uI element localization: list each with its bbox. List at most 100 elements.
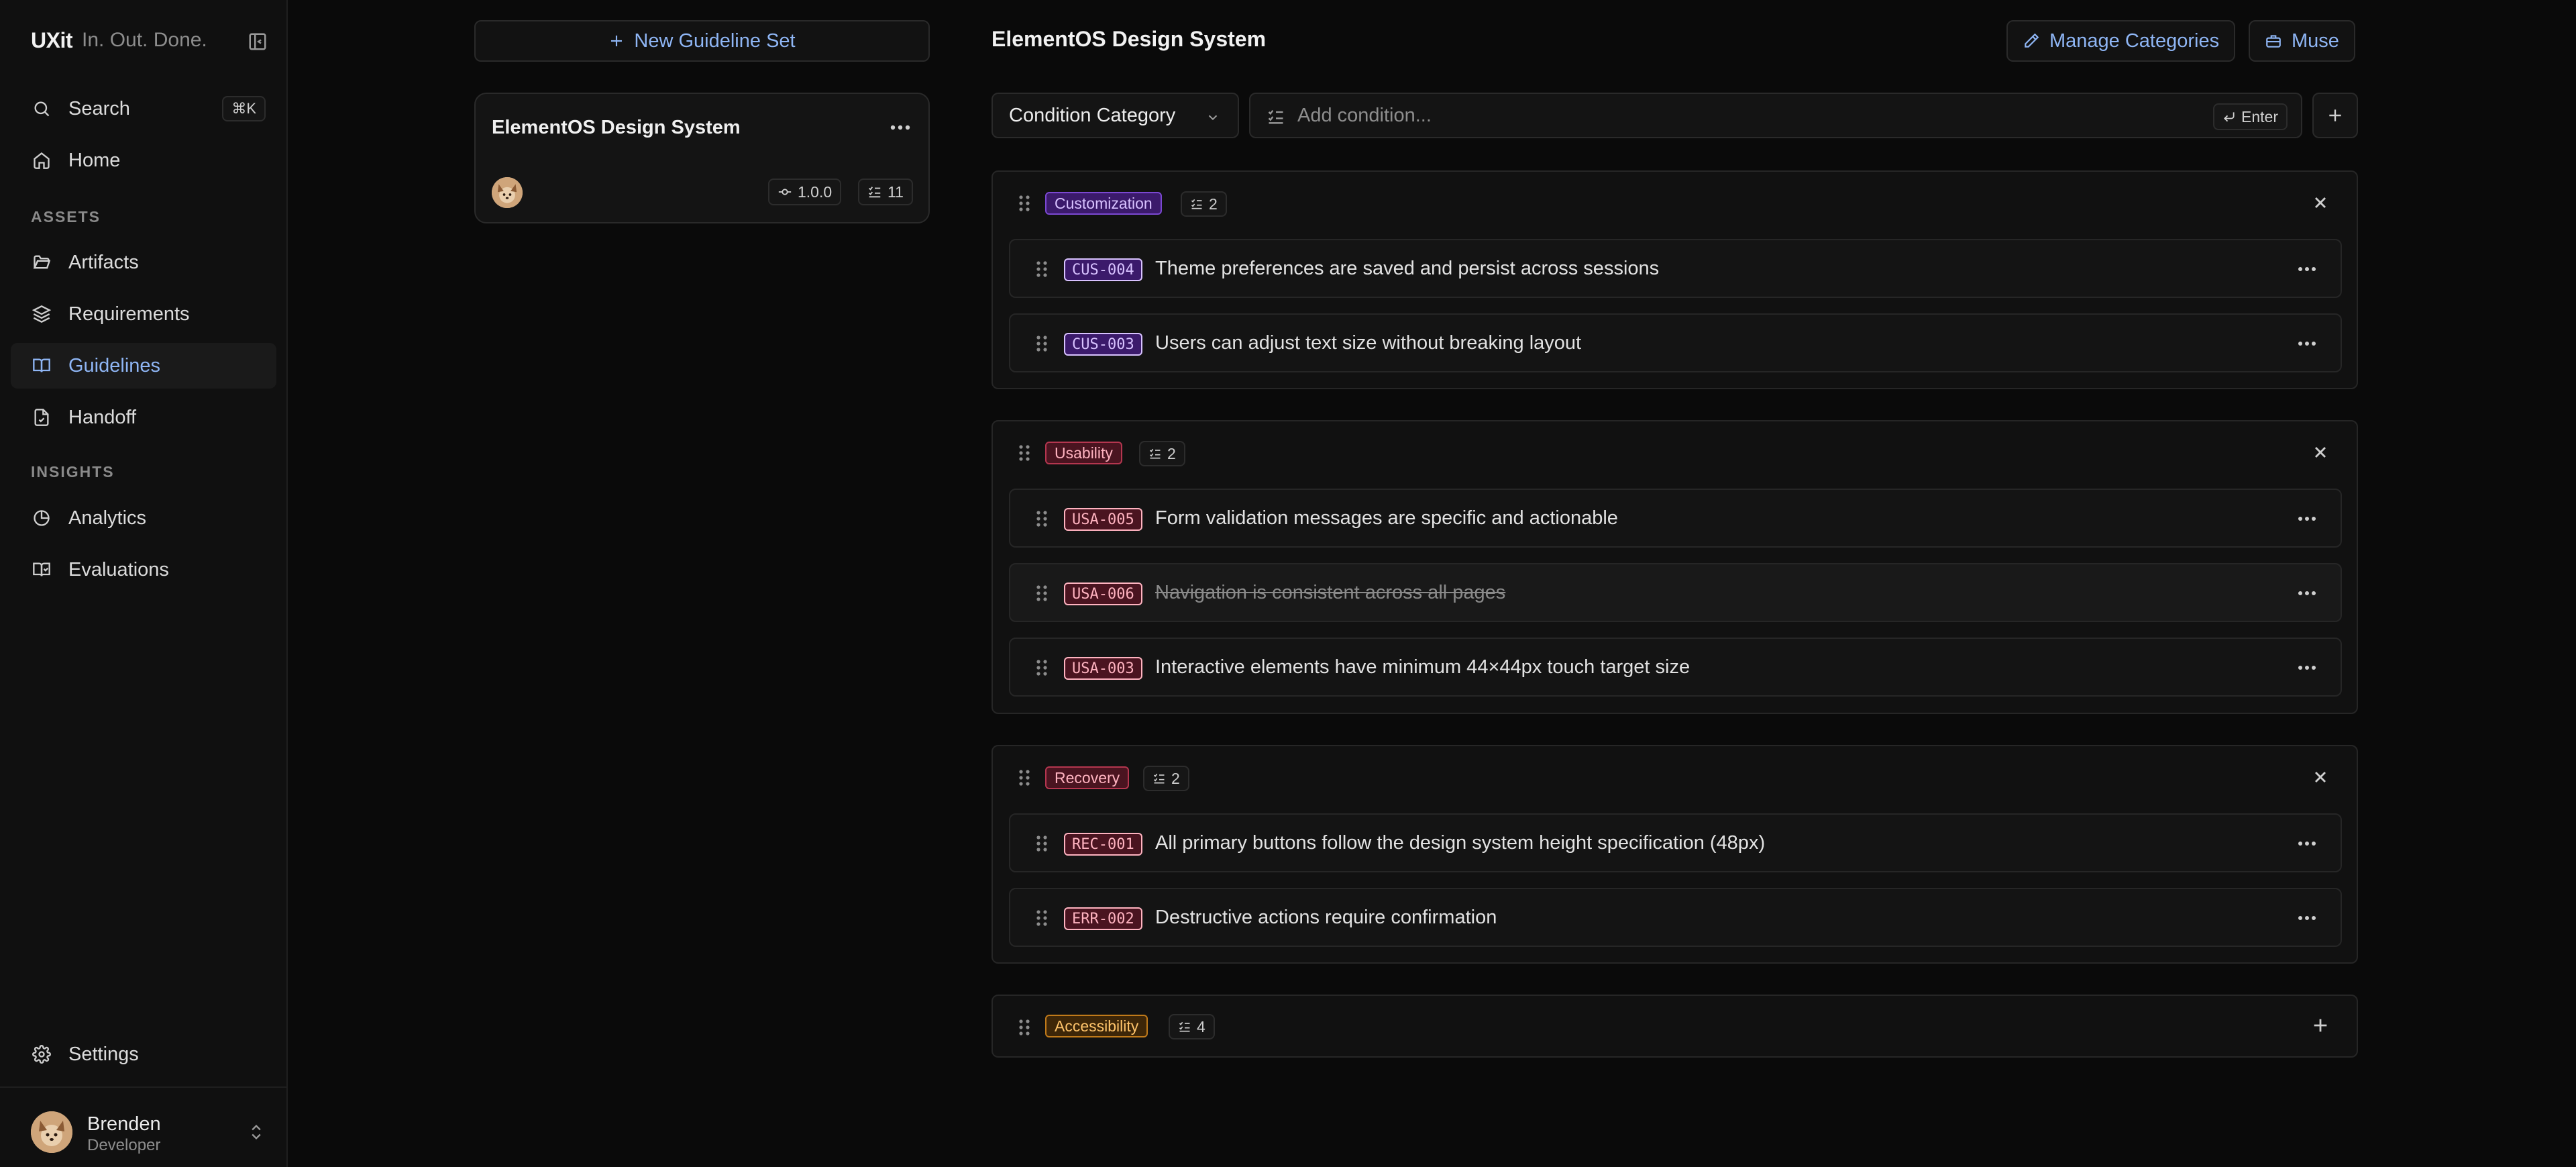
pencil-icon: [2023, 32, 2040, 50]
sidebar-item-evaluations[interactable]: Evaluations: [11, 547, 276, 593]
more-horizontal-icon[interactable]: [2296, 660, 2318, 675]
close-icon[interactable]: [2311, 193, 2330, 212]
grip-vertical-icon[interactable]: [1034, 509, 1049, 529]
home-icon: [31, 150, 52, 171]
user-name: Brenden: [87, 1113, 161, 1135]
chevrons-up-down-icon[interactable]: [247, 1123, 266, 1141]
grip-vertical-icon[interactable]: [1034, 259, 1049, 279]
grip-vertical-icon[interactable]: [1034, 658, 1049, 678]
gear-icon: [31, 1044, 52, 1065]
grip-vertical-icon[interactable]: [1017, 443, 1032, 463]
guideline-row[interactable]: USA-003 Interactive elements have minimu…: [1009, 638, 2342, 697]
more-horizontal-icon[interactable]: [2296, 511, 2318, 526]
more-horizontal-icon[interactable]: [2296, 836, 2318, 851]
sidebar: UXit In. Out. Done. Search ⌘K Home ASSET…: [0, 0, 288, 1167]
guideline-row[interactable]: CUS-003 Users can adjust text size witho…: [1009, 313, 2342, 372]
grip-vertical-icon[interactable]: [1034, 334, 1049, 354]
new-guideline-set-button[interactable]: New Guideline Set: [474, 20, 930, 62]
page-title: ElementOS Design System: [991, 27, 1267, 51]
sidebar-item-handoff[interactable]: Handoff: [11, 395, 276, 440]
category-tag: Customization: [1045, 192, 1162, 215]
plus-icon[interactable]: [2311, 1016, 2330, 1035]
sidebar-item-requirements[interactable]: Requirements: [11, 291, 276, 337]
category-group-usability: Usability 2 USA-005 Form validation mess…: [991, 420, 2358, 714]
brand[interactable]: UXit In. Out. Done.: [31, 27, 207, 54]
guideline-text: Users can adjust text size without break…: [1155, 332, 1582, 354]
grip-vertical-icon[interactable]: [1017, 193, 1032, 213]
guideline-id: CUS-004: [1064, 258, 1142, 281]
manage-categories-button[interactable]: Manage Categories: [2006, 20, 2236, 62]
search-icon: [31, 98, 52, 119]
more-horizontal-icon[interactable]: [888, 119, 912, 136]
enter-key-label: Enter: [2241, 107, 2278, 125]
grip-vertical-icon[interactable]: [1034, 833, 1049, 854]
guideline-text: Theme preferences are saved and persist …: [1155, 258, 1660, 279]
git-commit-icon: [777, 185, 792, 199]
sidebar-item-label: Settings: [68, 1043, 139, 1065]
guideline-row[interactable]: USA-005 Form validation messages are spe…: [1009, 489, 2342, 548]
version-badge: 1.0.0: [768, 179, 842, 205]
section-label-assets: ASSETS: [31, 208, 101, 225]
sidebar-item-label: Guidelines: [68, 354, 161, 376]
pie-chart-icon: [31, 507, 52, 529]
condition-category-select[interactable]: Condition Category: [991, 93, 1239, 138]
guideline-count-badge: 11: [858, 179, 913, 205]
guideline-row[interactable]: ERR-002 Destructive actions require conf…: [1009, 888, 2342, 947]
close-icon[interactable]: [2311, 768, 2330, 787]
guideline-text: Form validation messages are specific an…: [1155, 507, 1618, 529]
category-group-accessibility[interactable]: Accessibility 4: [991, 995, 2358, 1058]
sidebar-item-label: Home: [68, 149, 121, 171]
condition-count-badge: 2: [1181, 191, 1227, 217]
category-tag: Usability: [1045, 442, 1122, 464]
guideline-id: USA-003: [1064, 657, 1142, 680]
guideline-row[interactable]: CUS-004 Theme preferences are saved and …: [1009, 239, 2342, 298]
category-tag: Accessibility: [1045, 1015, 1148, 1037]
category-tag: Recovery: [1045, 766, 1130, 789]
add-condition-input[interactable]: Add condition... Enter: [1249, 93, 2302, 138]
sidebar-item-guidelines[interactable]: Guidelines: [11, 343, 276, 389]
more-horizontal-icon[interactable]: [2296, 586, 2318, 601]
guideline-text: Interactive elements have minimum 44×44p…: [1155, 656, 1690, 678]
condition-count-badge: 2: [1139, 441, 1185, 466]
close-icon[interactable]: [2311, 443, 2330, 462]
condition-count-badge: 2: [1143, 766, 1189, 791]
sidebar-item-home[interactable]: Home: [11, 138, 276, 183]
list-checks-icon: [867, 185, 882, 199]
more-horizontal-icon[interactable]: [2296, 336, 2318, 351]
muse-button[interactable]: Muse: [2249, 20, 2355, 62]
more-horizontal-icon[interactable]: [2296, 262, 2318, 276]
guideline-id: CUS-003: [1064, 333, 1142, 356]
grip-vertical-icon[interactable]: [1034, 908, 1049, 928]
sidebar-item-label: Analytics: [68, 507, 147, 529]
grip-vertical-icon[interactable]: [1017, 768, 1032, 788]
new-guideline-set-label: New Guideline Set: [634, 30, 796, 52]
briefcase-icon: [2265, 32, 2282, 50]
guideline-set-card[interactable]: ElementOS Design System 1.0.0 11: [474, 93, 930, 223]
manage-categories-label: Manage Categories: [2049, 30, 2220, 52]
guideline-row-completed[interactable]: USA-006 Navigation is consistent across …: [1009, 563, 2342, 622]
guideline-text: All primary buttons follow the design sy…: [1155, 832, 1766, 854]
list-checks-icon: [1190, 197, 1203, 211]
plus-icon: [608, 33, 625, 49]
enter-key-hint: Enter: [2213, 103, 2288, 130]
grip-vertical-icon[interactable]: [1034, 583, 1049, 603]
user-menu[interactable]: Brenden Developer: [0, 1086, 288, 1167]
guideline-row[interactable]: REC-001 All primary buttons follow the d…: [1009, 813, 2342, 872]
sidebar-collapse-icon[interactable]: [244, 28, 271, 55]
book-open-icon: [31, 559, 52, 580]
list-checks-icon: [1148, 447, 1162, 460]
grip-vertical-icon[interactable]: [1017, 1017, 1032, 1037]
add-condition-button[interactable]: [2312, 93, 2358, 138]
sidebar-item-analytics[interactable]: Analytics: [11, 495, 276, 541]
sidebar-item-search[interactable]: Search ⌘K: [11, 86, 276, 132]
category-group-header: Accessibility 4: [993, 996, 2357, 1059]
sidebar-item-settings[interactable]: Settings: [11, 1031, 276, 1077]
list-checks-icon: [1178, 1020, 1191, 1033]
more-horizontal-icon[interactable]: [2296, 911, 2318, 925]
category-group-header: Recovery 2: [993, 746, 2357, 809]
section-label-insights: INSIGHTS: [31, 463, 115, 480]
sidebar-item-artifacts[interactable]: Artifacts: [11, 240, 276, 285]
category-group-header: Customization 2: [993, 172, 2357, 235]
folder-icon: [31, 252, 52, 273]
condition-count: 2: [1167, 444, 1176, 462]
